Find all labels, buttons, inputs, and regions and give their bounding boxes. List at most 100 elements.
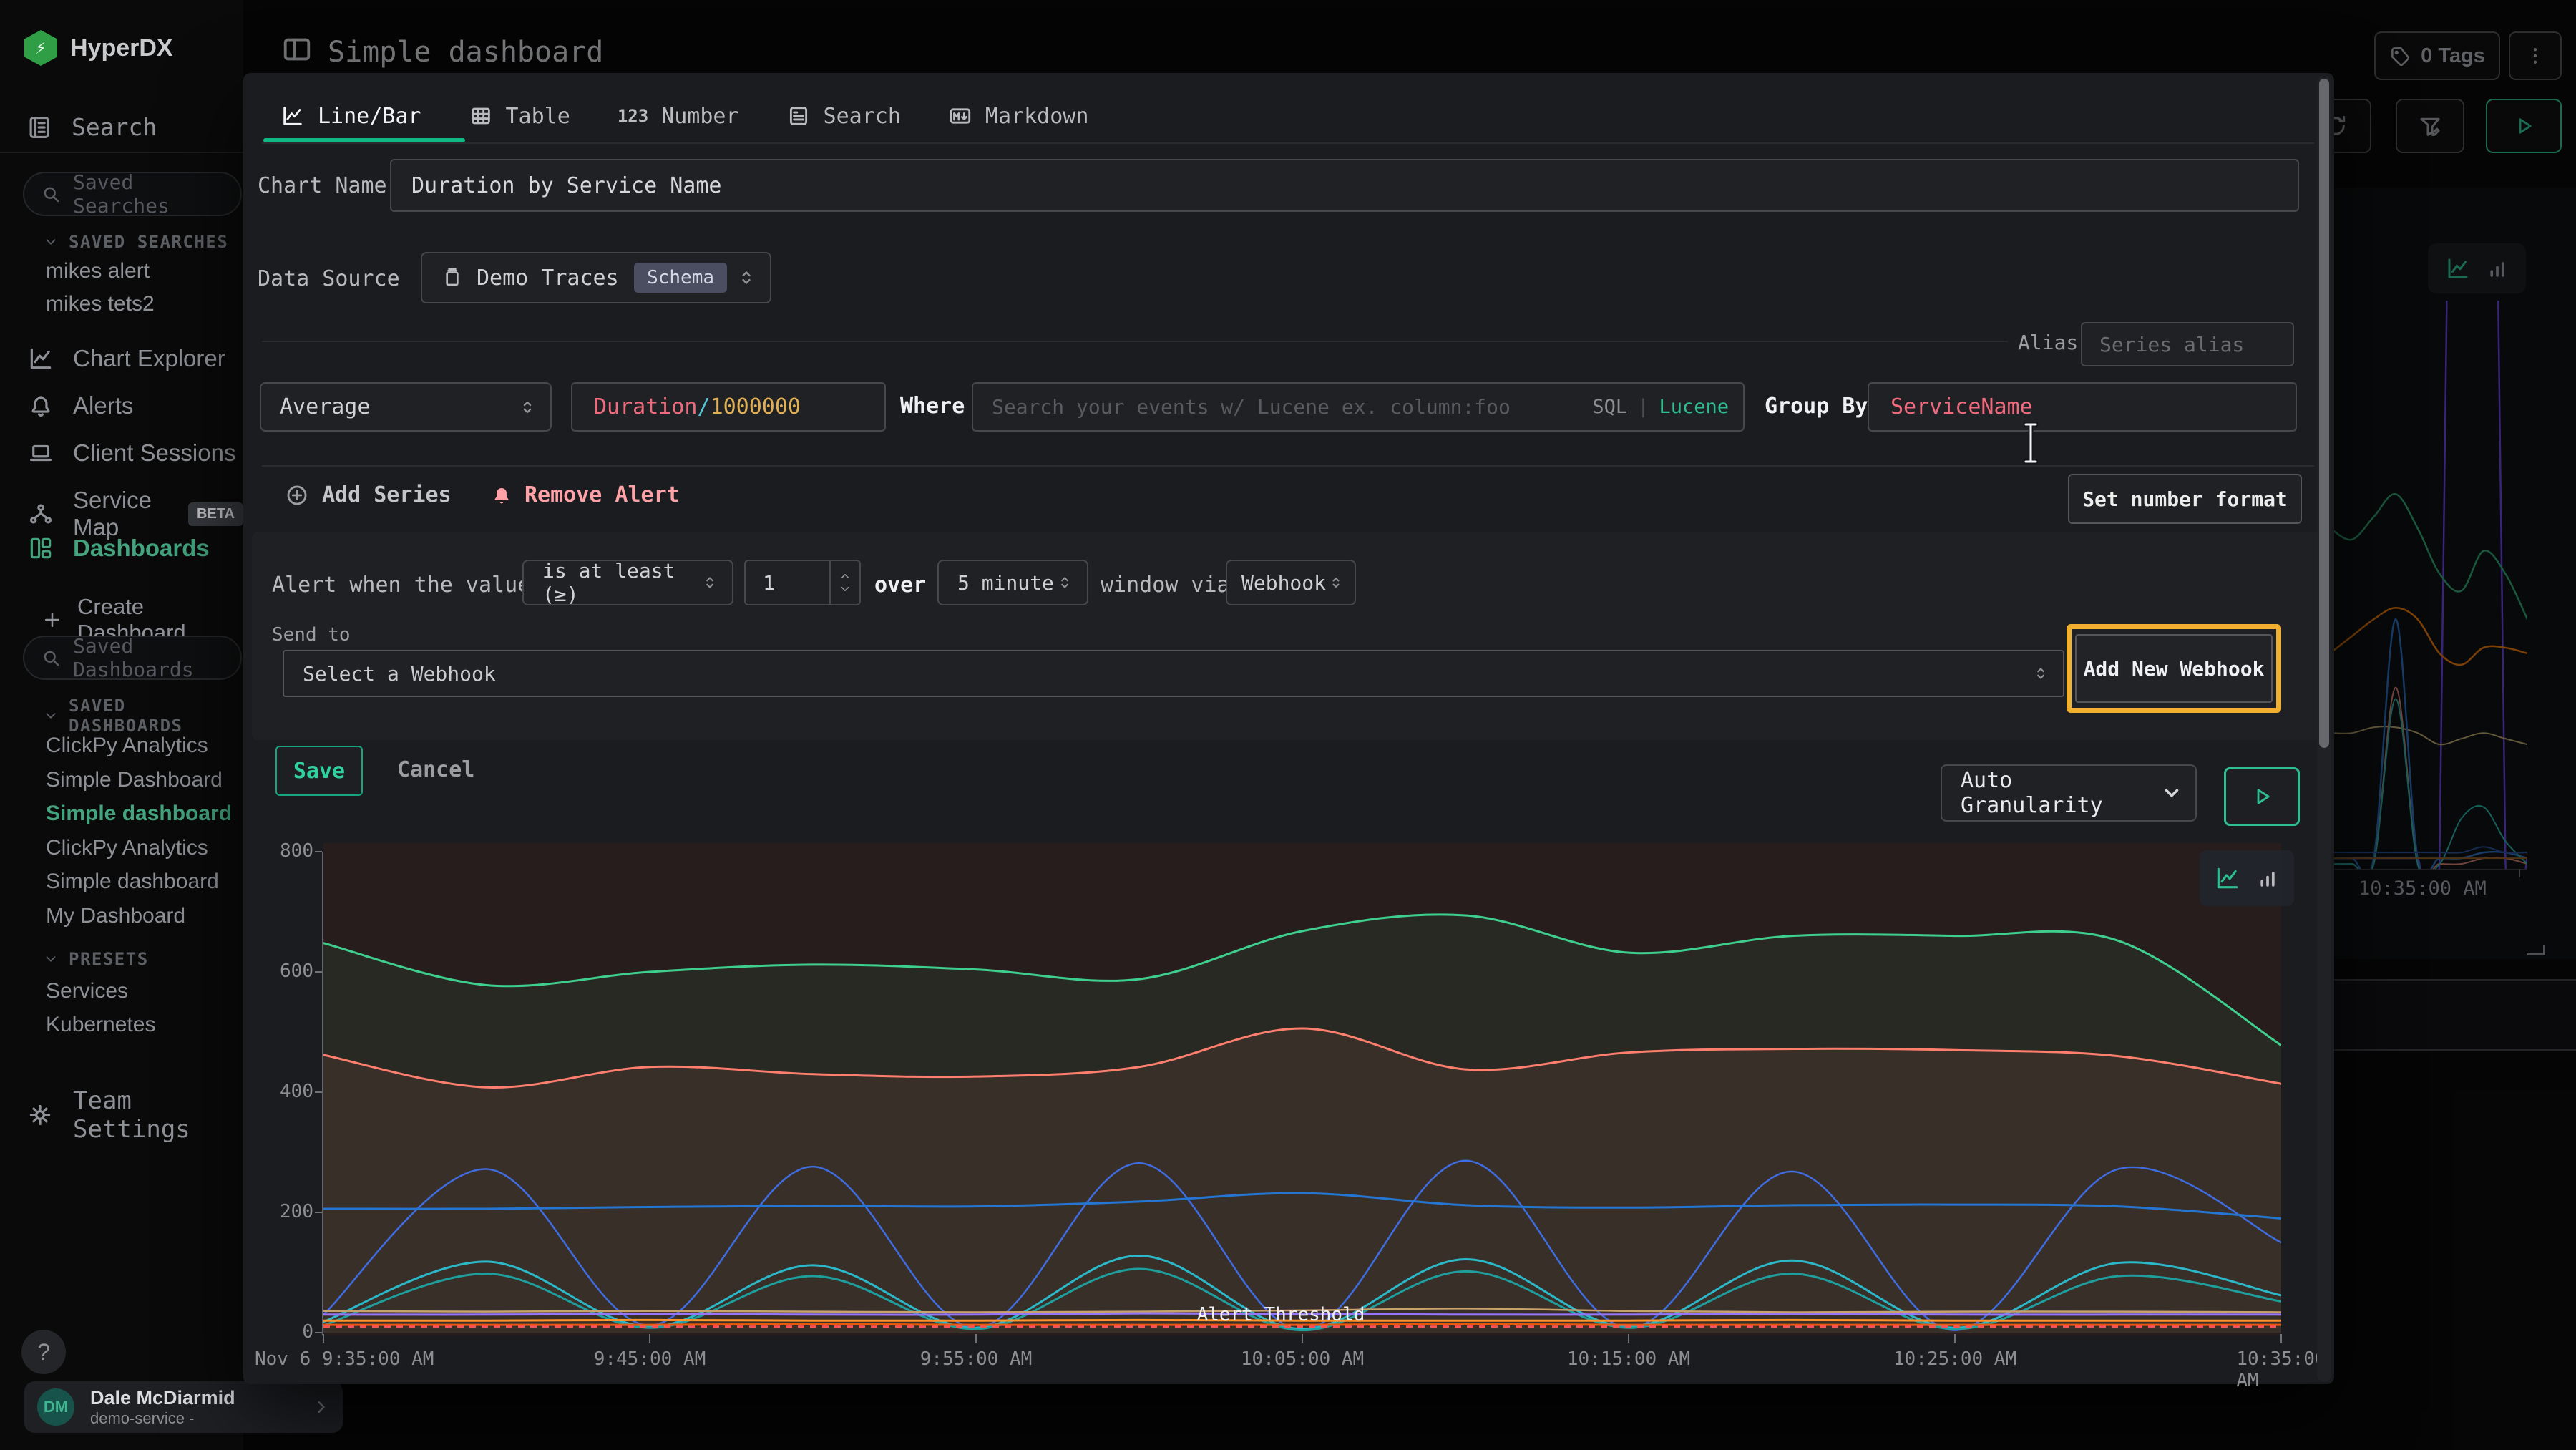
editor-tabs: Line/Bar Table 123Number Search Markdown xyxy=(280,93,1088,139)
saved-dashboard-item[interactable]: ClickPy Analytics xyxy=(46,836,208,860)
saved-dashboards-header[interactable]: SAVED DASHBOARDS xyxy=(43,696,243,736)
y-tick-mark xyxy=(315,1091,322,1093)
tab-icon xyxy=(948,104,972,128)
alert-threshold-label: Alert Threshold xyxy=(1174,1304,1388,1325)
avatar: DM xyxy=(37,1388,74,1426)
where-input[interactable]: Search your events w/ Lucene ex. column:… xyxy=(972,382,1745,432)
chevron-right-icon xyxy=(311,1397,331,1417)
chart-name-value: Duration by Service Name xyxy=(411,173,721,198)
saved-search-item[interactable]: mikes tets2 xyxy=(46,292,155,316)
preset-item[interactable]: Kubernetes xyxy=(46,1013,155,1037)
spinner-up-icon[interactable] xyxy=(839,570,852,583)
remove-alert-label: Remove Alert xyxy=(525,482,680,507)
y-tick-label: 800 xyxy=(256,840,313,862)
tabs-divider xyxy=(262,142,2314,144)
sidebar-item-client-sessions[interactable]: Client Sessions xyxy=(27,439,235,467)
tab-label: Table xyxy=(506,104,570,129)
cancel-button[interactable]: Cancel xyxy=(397,746,474,793)
spinner-down-icon[interactable] xyxy=(839,583,852,595)
brand[interactable]: ⚡ HyperDX xyxy=(24,30,173,66)
user-subtitle: demo-service - xyxy=(90,1409,296,1427)
chevron-down-icon xyxy=(2161,782,2182,804)
tab-label: Number xyxy=(661,104,738,129)
y-tick-mark xyxy=(315,851,322,852)
tab-table[interactable]: Table xyxy=(469,104,570,129)
presets-header[interactable]: PRESETS xyxy=(43,949,149,969)
alias-input[interactable]: Series alias xyxy=(2081,322,2294,366)
field-divisor: 1000000 xyxy=(711,394,801,419)
group-by-input[interactable]: ServiceName xyxy=(1868,382,2297,432)
sidebar-item-dashboards[interactable]: Dashboards xyxy=(27,535,210,562)
saved-dashboard-item[interactable]: My Dashboard xyxy=(46,904,185,928)
y-tick-label: 400 xyxy=(256,1081,313,1102)
plus-icon xyxy=(42,609,63,631)
add-series-button[interactable]: Add Series xyxy=(285,482,452,507)
group-by-label: Group By xyxy=(1765,394,1868,419)
preset-item[interactable]: Services xyxy=(46,979,128,1003)
chart-name-input[interactable]: Duration by Service Name xyxy=(390,159,2299,212)
alias-label: Alias xyxy=(2018,331,2078,354)
saved-dashboard-item[interactable]: ClickPy Analytics xyxy=(46,734,208,758)
schema-badge: Schema xyxy=(634,263,727,293)
add-new-webhook-button[interactable]: Add New Webhook xyxy=(2075,634,2273,703)
sidebar-item-chart-explorer[interactable]: Chart Explorer xyxy=(27,345,225,372)
chart-name-label: Chart Name xyxy=(258,173,387,198)
field-name: Duration xyxy=(594,394,698,419)
alert-window-value: 5 minute xyxy=(957,571,1054,595)
tab-number[interactable]: 123Number xyxy=(618,104,739,129)
tab-search[interactable]: Search xyxy=(786,104,901,129)
sidebar-item-label: Chart Explorer xyxy=(73,345,225,372)
chart-type-toggle[interactable] xyxy=(2200,850,2294,906)
line-chart-icon[interactable] xyxy=(2214,865,2241,892)
tab-line-bar[interactable]: Line/Bar xyxy=(280,104,421,129)
sql-toggle[interactable]: SQL xyxy=(1592,396,1627,418)
sidebar-item-team-settings[interactable]: Team Settings xyxy=(26,1086,243,1144)
help-button[interactable]: ? xyxy=(21,1330,66,1374)
sidebar-item-search[interactable]: Search xyxy=(26,113,157,141)
tab-markdown[interactable]: Markdown xyxy=(948,104,1089,129)
bell-icon xyxy=(27,392,54,419)
saved-dashboard-item[interactable]: Simple dashboard xyxy=(46,870,219,894)
saved-searches-header[interactable]: SAVED SEARCHES xyxy=(43,232,228,252)
alert-condition-value: is at least (≥) xyxy=(542,559,701,606)
app-root: Simple dashboard 0 Tags 10:35:00 AM xyxy=(0,0,2576,1450)
toggle-separator: | xyxy=(1637,396,1649,418)
bar-chart-icon[interactable] xyxy=(2255,866,2280,890)
over-label: over xyxy=(874,573,926,598)
remove-alert-button[interactable]: Remove Alert xyxy=(490,482,680,507)
field-expression-input[interactable]: Duration/1000000 xyxy=(571,382,886,432)
alert-channel-value: Webhook xyxy=(1241,571,1326,595)
granularity-select[interactable]: Auto Granularity xyxy=(1941,764,2197,822)
alert-threshold-value: 1 xyxy=(746,571,829,595)
saved-dashboards-input[interactable]: Saved Dashboards xyxy=(23,636,242,680)
sidebar-item-label: Service Map xyxy=(73,487,170,541)
preview-run-button[interactable] xyxy=(2224,767,2300,826)
aggregation-select[interactable]: Average xyxy=(260,382,552,432)
save-button[interactable]: Save xyxy=(275,746,363,796)
webhook-select[interactable]: Select a Webhook xyxy=(283,650,2064,697)
set-number-format-button[interactable]: Set number format xyxy=(2068,474,2302,524)
sidebar-item-alerts[interactable]: Alerts xyxy=(27,392,133,419)
alert-window-select[interactable]: 5 minute xyxy=(937,560,1088,605)
sidebar-item-service-map[interactable]: Service MapBETA xyxy=(27,487,243,541)
alert-channel-select[interactable]: Webhook xyxy=(1226,560,1356,605)
cancel-label: Cancel xyxy=(397,757,474,782)
bell-icon xyxy=(490,484,513,507)
alert-threshold-input[interactable]: 1 xyxy=(744,560,861,605)
send-to-label: Send to xyxy=(272,624,351,646)
field-operator: / xyxy=(698,394,711,419)
number-spinner[interactable] xyxy=(829,561,859,604)
search-icon xyxy=(40,647,62,668)
saved-searches-input[interactable]: Saved Searches xyxy=(23,172,242,216)
saved-dashboard-item[interactable]: Simple Dashboard xyxy=(46,768,223,792)
chevron-down-icon xyxy=(43,951,59,967)
user-menu[interactable]: DM Dale McDiarmid demo-service - xyxy=(24,1381,343,1433)
modal-scrollbar-thumb[interactable] xyxy=(2319,79,2329,748)
x-tick-mark xyxy=(2280,1334,2282,1343)
data-source-select[interactable]: Demo Traces Schema xyxy=(421,252,771,303)
lucene-toggle[interactable]: Lucene xyxy=(1659,396,1729,418)
saved-dashboard-item[interactable]: Simple dashboard xyxy=(46,802,232,826)
saved-search-item[interactable]: mikes alert xyxy=(46,259,150,283)
alert-condition-select[interactable]: is at least (≥) xyxy=(522,560,733,605)
chevron-updown-icon xyxy=(2031,664,2050,683)
